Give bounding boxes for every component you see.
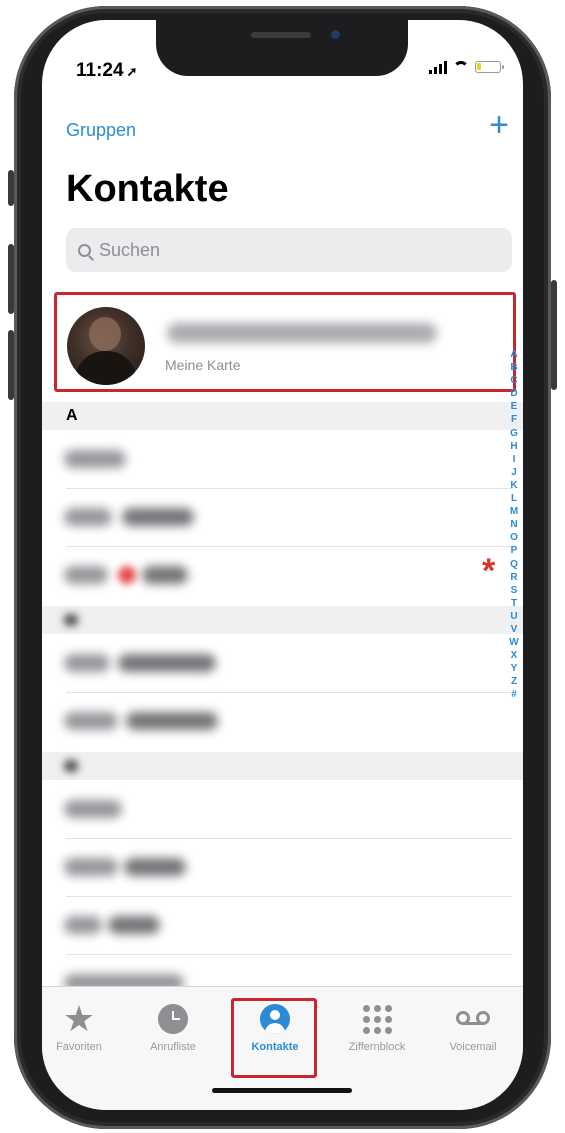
contact-emoji-blurred xyxy=(118,566,136,584)
index-letter[interactable]: V xyxy=(511,623,518,636)
voicemail-icon xyxy=(456,1011,490,1027)
index-letter[interactable]: J xyxy=(511,466,517,479)
tab-recents[interactable]: Anrufliste xyxy=(128,999,218,1053)
my-card-name-blurred xyxy=(167,323,437,343)
list-item[interactable] xyxy=(42,954,512,986)
contact-name-blurred xyxy=(64,916,102,934)
contact-name-blurred xyxy=(64,450,126,468)
wifi-icon xyxy=(453,61,469,73)
contact-name-blurred xyxy=(64,712,118,730)
volume-down-button xyxy=(8,330,14,400)
index-letter[interactable]: E xyxy=(511,400,518,413)
index-letter[interactable]: Q xyxy=(510,558,518,571)
side-button xyxy=(551,280,557,390)
annotation-marker: * xyxy=(482,552,496,590)
clock-icon xyxy=(158,1004,188,1034)
contact-name-blurred xyxy=(64,654,110,672)
index-letter[interactable]: N xyxy=(510,518,517,531)
signal-icon xyxy=(429,60,447,74)
index-letter[interactable]: I xyxy=(513,453,516,466)
avatar xyxy=(67,307,145,385)
status-time: 11:24 ➚ xyxy=(76,60,137,82)
list-item[interactable] xyxy=(42,692,512,750)
index-letter[interactable]: G xyxy=(510,427,518,440)
contact-name-blurred xyxy=(118,654,216,672)
index-letter[interactable]: F xyxy=(511,413,517,426)
contact-name-blurred xyxy=(124,858,186,876)
section-header xyxy=(42,606,523,634)
contact-name-blurred xyxy=(64,858,118,876)
section-header: A xyxy=(42,402,523,430)
contact-name-blurred xyxy=(122,508,194,526)
section-header xyxy=(42,752,523,780)
speaker xyxy=(251,32,311,38)
index-letter[interactable]: U xyxy=(510,610,517,623)
index-letter[interactable]: B xyxy=(510,361,517,374)
index-letter[interactable]: R xyxy=(510,571,517,584)
volume-up-button xyxy=(8,244,14,314)
index-letter[interactable]: H xyxy=(510,440,517,453)
tab-label: Anrufliste xyxy=(150,1041,196,1053)
index-letter[interactable]: W xyxy=(509,636,518,649)
my-card[interactable]: Meine Karte xyxy=(54,292,516,392)
status-icons xyxy=(429,60,504,74)
contact-name-blurred xyxy=(64,800,122,818)
mute-switch xyxy=(8,170,14,206)
index-letter[interactable]: D xyxy=(510,387,517,400)
contact-name-blurred xyxy=(64,974,184,986)
tab-favorites[interactable]: ★ Favoriten xyxy=(42,998,124,1054)
index-letter[interactable]: K xyxy=(510,479,517,492)
index-letter[interactable]: C xyxy=(510,374,517,387)
keypad-icon xyxy=(362,1004,392,1034)
index-letter[interactable]: O xyxy=(510,531,518,544)
notch xyxy=(156,20,408,76)
section-label-blurred xyxy=(64,614,78,626)
list-item[interactable] xyxy=(42,838,512,896)
list-item[interactable] xyxy=(42,430,512,488)
home-indicator[interactable] xyxy=(212,1088,352,1093)
battery-icon xyxy=(475,61,504,73)
section-label-blurred xyxy=(64,760,78,772)
tab-keypad[interactable]: Ziffernblock xyxy=(332,999,422,1053)
index-letter[interactable]: X xyxy=(511,649,518,662)
contact-name-blurred xyxy=(64,566,108,584)
my-card-subtitle: Meine Karte xyxy=(165,357,241,373)
list-item[interactable] xyxy=(42,896,512,954)
contact-name-blurred xyxy=(108,916,160,934)
index-letter[interactable]: L xyxy=(511,492,517,505)
index-letter[interactable]: T xyxy=(511,597,517,610)
contact-name-blurred xyxy=(64,508,112,526)
groups-button[interactable]: Gruppen xyxy=(66,120,136,141)
search-input[interactable]: Suchen xyxy=(66,228,512,272)
status-time-text: 11:24 xyxy=(76,60,124,81)
index-letter[interactable]: # xyxy=(511,688,517,701)
search-icon xyxy=(78,243,91,257)
index-letter[interactable]: S xyxy=(511,584,518,597)
alphabet-index[interactable]: A B C D E F G H I J K L M N O P Q R S T U V W X Y Z # xyxy=(507,348,521,702)
tab-label: Ziffernblock xyxy=(348,1041,406,1053)
index-letter[interactable]: M xyxy=(510,505,518,518)
section-label: A xyxy=(66,407,78,424)
tab-label: Voicemail xyxy=(449,1041,497,1053)
list-item[interactable] xyxy=(42,488,512,546)
tab-voicemail[interactable]: Voicemail xyxy=(428,999,518,1053)
location-arrow-icon: ➚ xyxy=(126,64,138,79)
screen: 11:24 ➚ Gruppen + Kontakte Suchen Meine K… xyxy=(42,20,523,1110)
contact-name-blurred xyxy=(126,712,218,730)
search-placeholder: Suchen xyxy=(99,239,161,260)
index-letter[interactable]: A xyxy=(510,348,517,361)
contact-name-blurred xyxy=(142,566,188,584)
list-item[interactable] xyxy=(42,546,512,604)
tab-label: Favoriten xyxy=(56,1041,102,1053)
page-title: Kontakte xyxy=(66,168,229,210)
tab-highlight-annotation xyxy=(231,998,317,1078)
front-camera xyxy=(331,30,340,39)
star-icon: ★ xyxy=(62,998,96,1039)
add-contact-button[interactable]: + xyxy=(489,108,509,142)
index-letter[interactable]: Z xyxy=(511,675,517,688)
list-item[interactable] xyxy=(42,780,512,838)
index-letter[interactable]: P xyxy=(511,544,518,557)
list-item[interactable] xyxy=(42,634,512,692)
index-letter[interactable]: Y xyxy=(511,662,518,675)
